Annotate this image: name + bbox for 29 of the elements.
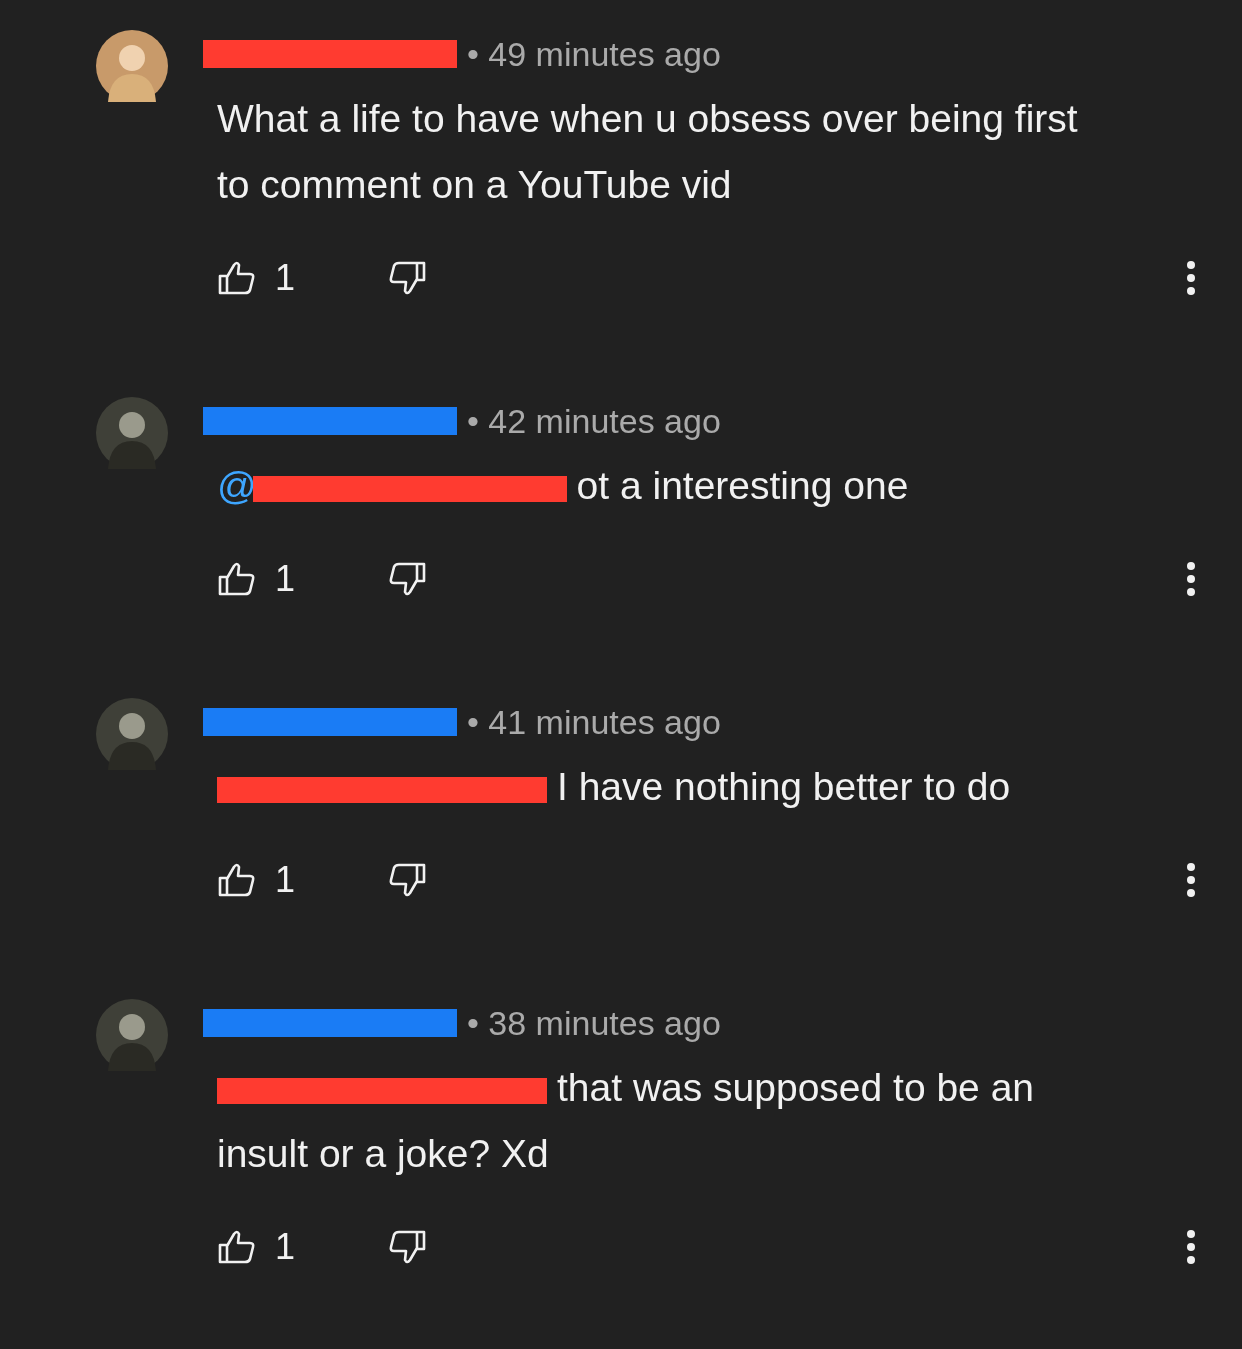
- comment-text: that was supposed to be an insult or a joke? Xd: [217, 1066, 1034, 1175]
- more-icon: [1186, 260, 1196, 296]
- avatar: [96, 30, 168, 102]
- like-button[interactable]: 1: [217, 558, 387, 600]
- comment-time: • 49 minutes ago: [467, 34, 721, 74]
- avatar: [96, 999, 168, 1071]
- dislike-button[interactable]: [387, 259, 427, 297]
- thumbs-up-icon: [217, 861, 257, 899]
- thumbs-up-icon: [217, 1228, 257, 1266]
- mention-link[interactable]: @: [217, 464, 257, 507]
- comment-time: • 42 minutes ago: [467, 401, 721, 441]
- dislike-button[interactable]: [387, 861, 427, 899]
- dislike-button[interactable]: [387, 560, 427, 598]
- comment-text: I have nothing better to do: [557, 765, 1011, 808]
- comment-text: What a life to have when u obsess over being first to comment on a YouTube vid: [217, 97, 1078, 206]
- more-icon: [1186, 561, 1196, 597]
- like-button[interactable]: 1: [217, 257, 387, 299]
- like-button[interactable]: 1: [217, 859, 387, 901]
- dislike-button[interactable]: [387, 1228, 427, 1266]
- avatar: [96, 698, 168, 770]
- more-icon: [1186, 862, 1196, 898]
- comment-text: ot a interesting one: [576, 464, 909, 507]
- more-icon: [1186, 1229, 1196, 1265]
- like-button[interactable]: 1: [217, 1226, 387, 1268]
- thumbs-up-icon: [217, 560, 257, 598]
- avatar: [96, 397, 168, 469]
- comment-time: • 38 minutes ago: [467, 1003, 721, 1043]
- thumbs-up-icon: [217, 259, 257, 297]
- comment-time: • 41 minutes ago: [467, 702, 721, 742]
